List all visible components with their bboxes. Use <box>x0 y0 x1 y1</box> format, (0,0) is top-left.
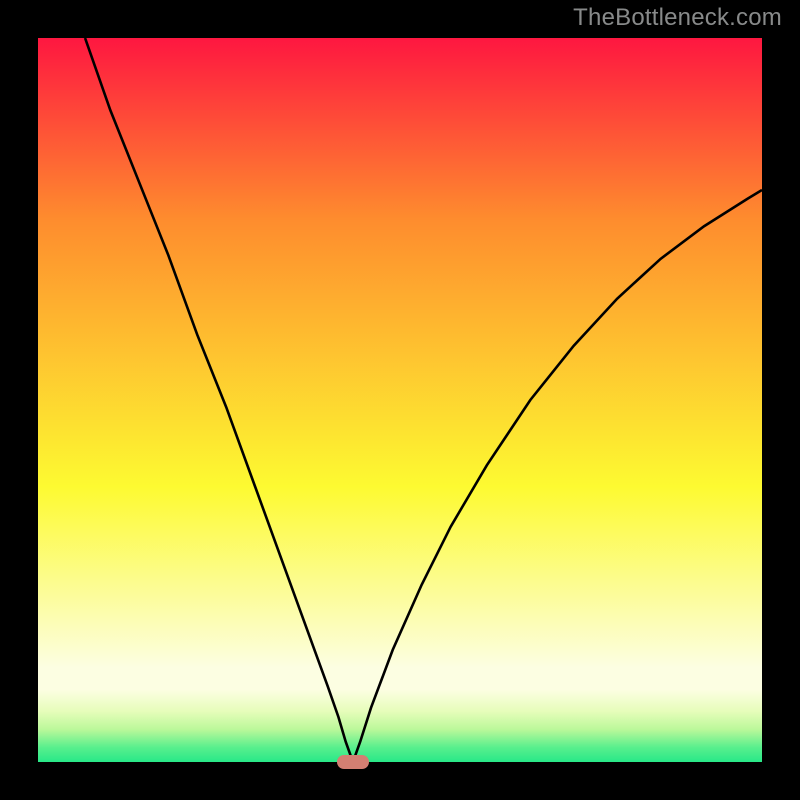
bottleneck-chart <box>38 38 762 762</box>
chart-frame: TheBottleneck.com <box>0 0 800 800</box>
minimum-marker <box>337 755 369 769</box>
gradient-background <box>38 38 762 762</box>
watermark-text: TheBottleneck.com <box>573 4 782 32</box>
